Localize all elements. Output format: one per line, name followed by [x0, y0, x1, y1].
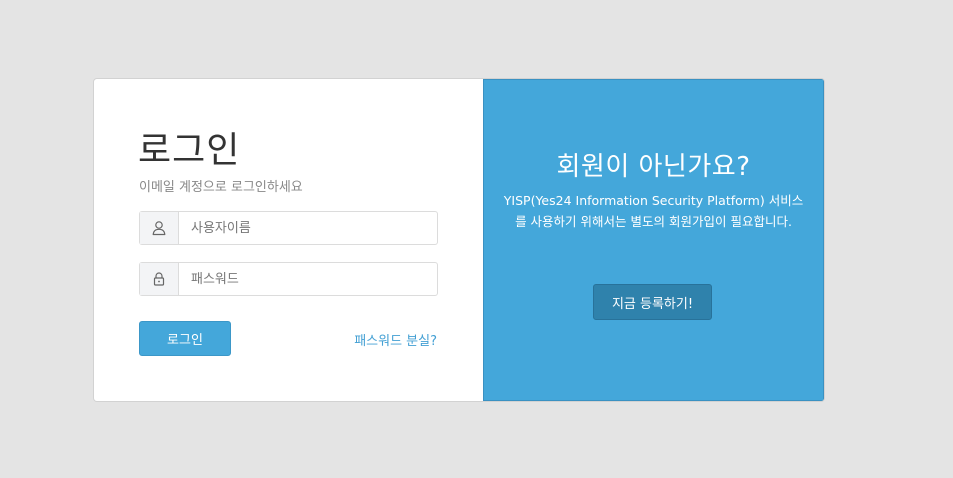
password-field-group: [139, 262, 438, 296]
signup-description: YISP(Yes24 Information Security Platform…: [503, 193, 804, 229]
username-field-group: [139, 211, 438, 245]
login-button[interactable]: 로그인: [139, 321, 231, 356]
login-title: 로그인: [138, 130, 241, 171]
login-panel: 로그인 이메일 계정으로 로그인하세요 로그인 패스워드 분실?: [94, 79, 483, 401]
username-input[interactable]: [179, 212, 437, 244]
register-now-button[interactable]: 지금 등록하기!: [593, 284, 712, 320]
password-input[interactable]: [179, 263, 437, 295]
lock-icon: [140, 263, 179, 295]
user-icon: [140, 212, 179, 244]
login-subtitle: 이메일 계정으로 로그인하세요: [139, 180, 303, 195]
signup-title: 회원이 아닌가요?: [556, 152, 751, 182]
signup-panel: 회원이 아닌가요? YISP(Yes24 Information Securit…: [483, 79, 824, 401]
forgot-password-link[interactable]: 패스워드 분실?: [354, 330, 437, 349]
login-card: 로그인 이메일 계정으로 로그인하세요 로그인 패스워드 분실?: [94, 79, 824, 401]
